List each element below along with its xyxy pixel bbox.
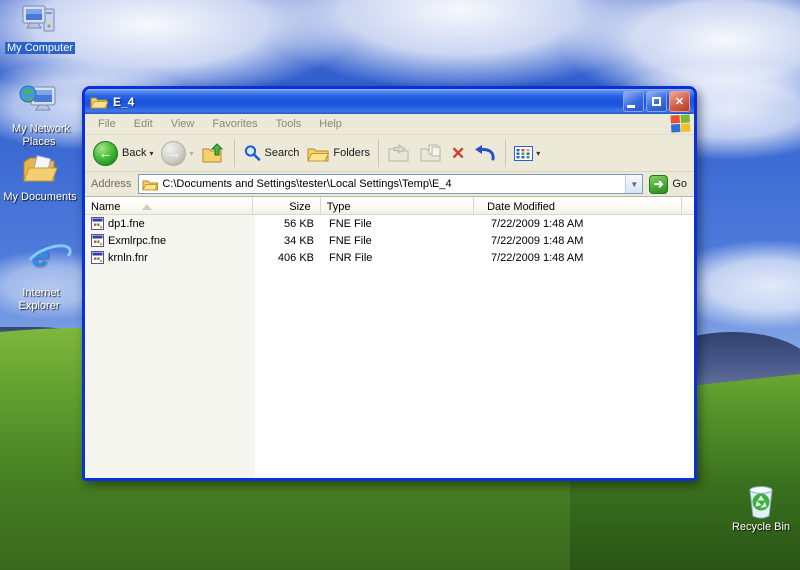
menu-help[interactable]: Help — [310, 116, 351, 132]
forward-button[interactable]: → ▾ — [157, 139, 197, 168]
search-icon — [244, 145, 260, 161]
sort-ascending-icon — [142, 203, 153, 210]
column-header-size[interactable]: Size — [253, 197, 321, 215]
menu-bar: File Edit View Favorites Tools Help — [85, 114, 694, 135]
desktop-icon-recycle-bin[interactable]: Recycle Bin — [722, 482, 800, 534]
file-type-icon — [91, 251, 104, 264]
forward-dropdown-icon: ▾ — [189, 148, 194, 158]
file-type: FNR File — [329, 251, 373, 264]
recycle-bin-icon — [722, 482, 800, 519]
file-name: dp1.fne — [108, 217, 145, 230]
address-label: Address — [91, 178, 132, 190]
file-type-icon — [91, 234, 104, 247]
desktop-icon-my-network-places[interactable]: My Network Places — [1, 84, 79, 149]
toolbar-separator — [378, 139, 380, 167]
title-bar[interactable]: E_4 ✕ — [85, 89, 694, 114]
menu-file[interactable]: File — [89, 116, 125, 132]
file-list: Name Size Type Date Modified dp1.fne 56 … — [85, 197, 694, 478]
menu-tools[interactable]: Tools — [267, 116, 311, 132]
file-name: Exmlrpc.fne — [108, 234, 167, 247]
toolbar-separator — [505, 139, 507, 167]
move-to-button — [383, 142, 415, 164]
desktop-icon-label: My Documents — [3, 191, 77, 203]
forward-icon: → — [161, 140, 187, 166]
undo-icon — [475, 145, 495, 161]
column-header-filler — [682, 197, 694, 215]
folder-icon — [90, 97, 108, 108]
up-folder-icon — [202, 143, 223, 163]
move-to-icon — [388, 144, 409, 162]
address-input[interactable]: C:\Documents and Settings\tester\Local S… — [138, 174, 644, 194]
file-size: 56 KB — [284, 217, 314, 230]
desktop-icon-my-computer[interactable]: My Computer — [1, 3, 79, 55]
copy-to-icon — [420, 144, 441, 162]
menu-favorites[interactable]: Favorites — [203, 116, 266, 132]
delete-button[interactable]: ✕ — [447, 143, 469, 164]
file-date-modified: 7/22/2009 1:48 AM — [491, 234, 584, 247]
desktop-icon-label: Internet Explorer — [18, 287, 60, 312]
my-computer-icon — [1, 3, 79, 39]
list-header: Name Size Type Date Modified — [85, 197, 694, 215]
folders-icon — [307, 148, 330, 161]
file-row[interactable]: Exmlrpc.fne 34 KB FNE File 7/22/2009 1:4… — [85, 232, 694, 249]
back-button[interactable]: ← Back ▾ — [89, 139, 157, 168]
explorer-window: E_4 ✕ File Edit View Favorites Tools Hel… — [82, 86, 697, 481]
maximize-button[interactable] — [646, 91, 667, 112]
views-dropdown-icon[interactable]: ▾ — [536, 149, 540, 158]
views-icon — [514, 145, 534, 161]
file-size: 34 KB — [284, 234, 314, 247]
file-row[interactable]: krnln.fnr 406 KB FNR File 7/22/2009 1:48… — [85, 249, 694, 266]
go-label: Go — [672, 178, 687, 190]
file-date-modified: 7/22/2009 1:48 AM — [491, 217, 584, 230]
desktop-icon-label: My Network Places — [11, 123, 71, 148]
minimize-button[interactable] — [623, 91, 644, 112]
address-path: C:\Documents and Settings\tester\Local S… — [162, 178, 452, 190]
window-title: E_4 — [113, 94, 135, 109]
menu-edit[interactable]: Edit — [125, 116, 162, 132]
internet-explorer-icon: e — [31, 237, 49, 273]
back-icon: ← — [93, 140, 118, 166]
windows-logo-icon — [670, 114, 692, 133]
file-date-modified: 7/22/2009 1:48 AM — [491, 251, 584, 264]
folders-button[interactable]: Folders — [303, 143, 374, 164]
desktop-icon-my-documents[interactable]: My Documents — [1, 152, 79, 204]
back-dropdown-icon[interactable]: ▾ — [149, 149, 153, 158]
column-header-name[interactable]: Name — [85, 197, 254, 215]
file-name: krnln.fnr — [108, 251, 148, 264]
undo-button[interactable] — [469, 141, 501, 165]
desktop-icon-label: Recycle Bin — [731, 521, 791, 533]
address-dropdown-icon[interactable]: ▼ — [625, 175, 643, 193]
file-size: 406 KB — [277, 251, 314, 264]
column-header-date-modified[interactable]: Date Modified — [474, 197, 682, 215]
desktop: My Computer My Network Places My Documen… — [0, 0, 800, 570]
menu-view[interactable]: View — [162, 116, 204, 132]
file-row[interactable]: dp1.fne 56 KB FNE File 7/22/2009 1:48 AM — [85, 215, 694, 232]
file-type-icon — [91, 217, 104, 230]
address-bar: Address C:\Documents and Settings\tester… — [85, 172, 694, 197]
go-button[interactable]: ➔ — [649, 174, 669, 194]
file-type: FNE File — [329, 234, 372, 247]
desktop-icon-internet-explorer[interactable]: e Internet Explorer — [1, 238, 79, 313]
search-button[interactable]: Search — [239, 142, 304, 164]
my-network-places-icon — [1, 84, 79, 120]
my-documents-icon — [1, 152, 79, 188]
column-header-type[interactable]: Type — [320, 197, 475, 215]
folder-icon — [142, 180, 159, 190]
desktop-icon-label: My Computer — [4, 42, 76, 54]
views-button[interactable]: ▾ — [510, 144, 544, 163]
toolbar: ← Back ▾ → ▾ Search Folders ✕ ▾ — [85, 135, 694, 172]
close-button[interactable]: ✕ — [669, 91, 690, 112]
toolbar-separator — [233, 139, 235, 167]
file-type: FNE File — [329, 217, 372, 230]
copy-to-button — [415, 142, 447, 164]
up-button[interactable] — [198, 141, 230, 165]
delete-icon: ✕ — [451, 143, 466, 163]
